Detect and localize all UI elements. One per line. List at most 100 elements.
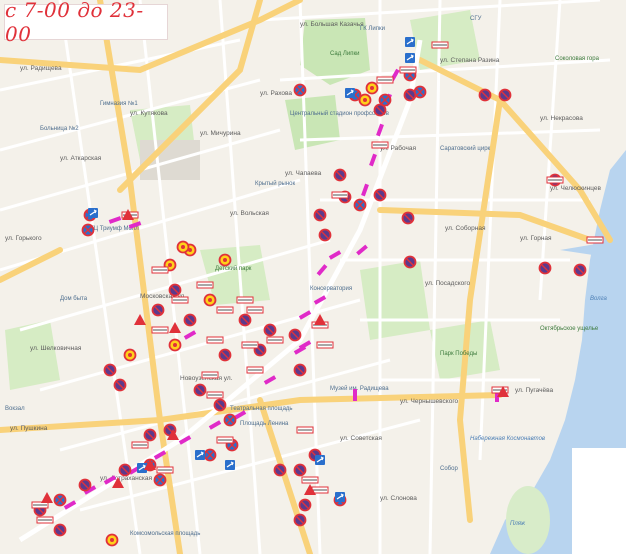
evacuation-sign-icon[interactable] — [206, 336, 224, 344]
one-way-sign-icon[interactable] — [335, 492, 345, 502]
main-road-sign-icon[interactable] — [123, 348, 137, 362]
no-parking-sign-icon[interactable] — [183, 313, 197, 327]
no-parking-sign-icon[interactable] — [318, 228, 332, 242]
no-parking-sign-icon[interactable] — [113, 378, 127, 392]
evacuation-sign-icon[interactable] — [301, 476, 319, 484]
no-stopping-sign-icon[interactable] — [293, 83, 307, 97]
evacuation-sign-icon[interactable] — [371, 141, 389, 149]
no-parking-sign-icon[interactable] — [478, 88, 492, 102]
street-label: ул. Соборная — [445, 224, 486, 232]
main-road-sign-icon[interactable] — [365, 81, 379, 95]
street-label: ул. Мичурина — [200, 130, 241, 137]
no-parking-sign-icon[interactable] — [401, 211, 415, 225]
no-parking-sign-icon[interactable] — [293, 513, 307, 527]
poi-label: СГУ — [470, 16, 482, 22]
no-parking-sign-icon[interactable] — [288, 328, 302, 342]
no-stopping-sign-icon[interactable] — [153, 473, 167, 487]
one-way-sign-icon[interactable] — [345, 88, 355, 98]
evacuation-sign-icon[interactable] — [546, 176, 564, 184]
no-parking-sign-icon[interactable] — [218, 348, 232, 362]
main-road-sign-icon[interactable] — [105, 533, 119, 547]
no-parking-sign-icon[interactable] — [573, 263, 587, 277]
main-road-sign-icon[interactable] — [203, 293, 217, 307]
one-way-sign-icon[interactable] — [315, 455, 325, 465]
no-parking-sign-icon[interactable] — [298, 498, 312, 512]
poi-label: Волга — [590, 296, 607, 302]
no-stopping-sign-icon[interactable] — [81, 223, 95, 237]
no-parking-sign-icon[interactable] — [263, 323, 277, 337]
no-parking-sign-icon[interactable] — [118, 463, 132, 477]
evacuation-sign-icon[interactable] — [241, 341, 259, 349]
one-way-sign-icon[interactable] — [405, 37, 415, 47]
evacuation-sign-icon[interactable] — [206, 391, 224, 399]
evacuation-sign-icon[interactable] — [196, 281, 214, 289]
poi-label: Вокзал — [5, 406, 25, 412]
main-road-sign-icon[interactable] — [168, 338, 182, 352]
evacuation-sign-icon[interactable] — [216, 436, 234, 444]
no-parking-sign-icon[interactable] — [103, 363, 117, 377]
poi-label: Площадь Ленина — [240, 421, 289, 427]
evacuation-sign-icon[interactable] — [331, 191, 349, 199]
no-parking-sign-icon[interactable] — [403, 255, 417, 269]
evacuation-sign-icon[interactable] — [246, 366, 264, 374]
evacuation-sign-icon[interactable] — [201, 371, 219, 379]
evacuation-sign-icon[interactable] — [151, 266, 169, 274]
no-parking-sign-icon[interactable] — [53, 523, 67, 537]
evacuation-sign-icon[interactable] — [399, 66, 417, 74]
no-parking-sign-icon[interactable] — [238, 313, 252, 327]
evacuation-sign-icon[interactable] — [246, 306, 264, 314]
one-way-sign-icon[interactable] — [88, 208, 98, 218]
no-parking-sign-icon[interactable] — [538, 261, 552, 275]
evacuation-sign-icon[interactable] — [236, 296, 254, 304]
no-stopping-sign-icon[interactable] — [203, 448, 217, 462]
no-parking-sign-icon[interactable] — [403, 88, 417, 102]
street-label: ул. Вольская — [230, 210, 269, 217]
no-parking-sign-icon[interactable] — [293, 363, 307, 377]
main-road-sign-icon[interactable] — [218, 253, 232, 267]
no-parking-sign-icon[interactable] — [193, 383, 207, 397]
one-way-sign-icon[interactable] — [225, 460, 235, 470]
no-parking-sign-icon[interactable] — [151, 303, 165, 317]
street-label: ул. Пушкина — [10, 425, 48, 432]
street-label: ул. Кутякова — [130, 110, 168, 117]
no-parking-sign-icon[interactable] — [313, 208, 327, 222]
no-stopping-sign-icon[interactable] — [223, 413, 237, 427]
no-parking-sign-icon[interactable] — [373, 103, 387, 117]
evacuation-sign-icon[interactable] — [216, 306, 234, 314]
street-label: ул. Шелковичная — [30, 345, 82, 352]
evacuation-sign-icon[interactable] — [36, 516, 54, 524]
evacuation-sign-icon[interactable] — [131, 441, 149, 449]
no-parking-sign-icon[interactable] — [213, 398, 227, 412]
no-parking-sign-icon[interactable] — [498, 88, 512, 102]
poi-label: Саратовский цирк — [440, 145, 491, 152]
poi-label: Больница №2 — [40, 125, 79, 132]
main-road-sign-icon[interactable] — [176, 240, 190, 254]
no-stopping-sign-icon[interactable] — [53, 493, 67, 507]
evacuation-sign-icon[interactable] — [151, 326, 169, 334]
one-way-sign-icon[interactable] — [405, 53, 415, 63]
evacuation-sign-icon[interactable] — [266, 336, 284, 344]
no-parking-sign-icon[interactable] — [373, 188, 387, 202]
evacuation-sign-icon[interactable] — [376, 76, 394, 84]
one-way-sign-icon[interactable] — [195, 450, 205, 460]
evacuation-sign-icon[interactable] — [156, 466, 174, 474]
island-park — [506, 486, 550, 554]
no-parking-sign-icon[interactable] — [168, 283, 182, 297]
poi-label: Дом быта — [60, 296, 88, 302]
evacuation-sign-icon[interactable] — [296, 426, 314, 434]
evacuation-sign-icon[interactable] — [316, 341, 334, 349]
no-parking-sign-icon[interactable] — [333, 168, 347, 182]
map-canvas[interactable]: ул. Степана Разина ул. Чернышевского ул.… — [0, 0, 626, 554]
no-parking-sign-icon[interactable] — [293, 463, 307, 477]
poi-label: Пляж — [510, 521, 526, 527]
no-parking-sign-icon[interactable] — [78, 478, 92, 492]
evacuation-sign-icon[interactable] — [586, 236, 604, 244]
evacuation-sign-icon[interactable] — [431, 41, 449, 49]
city-map[interactable]: ул. Степана Разина ул. Чернышевского ул.… — [0, 0, 626, 554]
no-parking-sign-icon[interactable] — [273, 463, 287, 477]
evacuation-sign-icon[interactable] — [171, 296, 189, 304]
main-road-sign-icon[interactable] — [358, 93, 372, 107]
no-parking-sign-icon[interactable] — [143, 428, 157, 442]
street-label: ул. Чернышевского — [400, 398, 459, 405]
no-stopping-sign-icon[interactable] — [353, 198, 367, 212]
